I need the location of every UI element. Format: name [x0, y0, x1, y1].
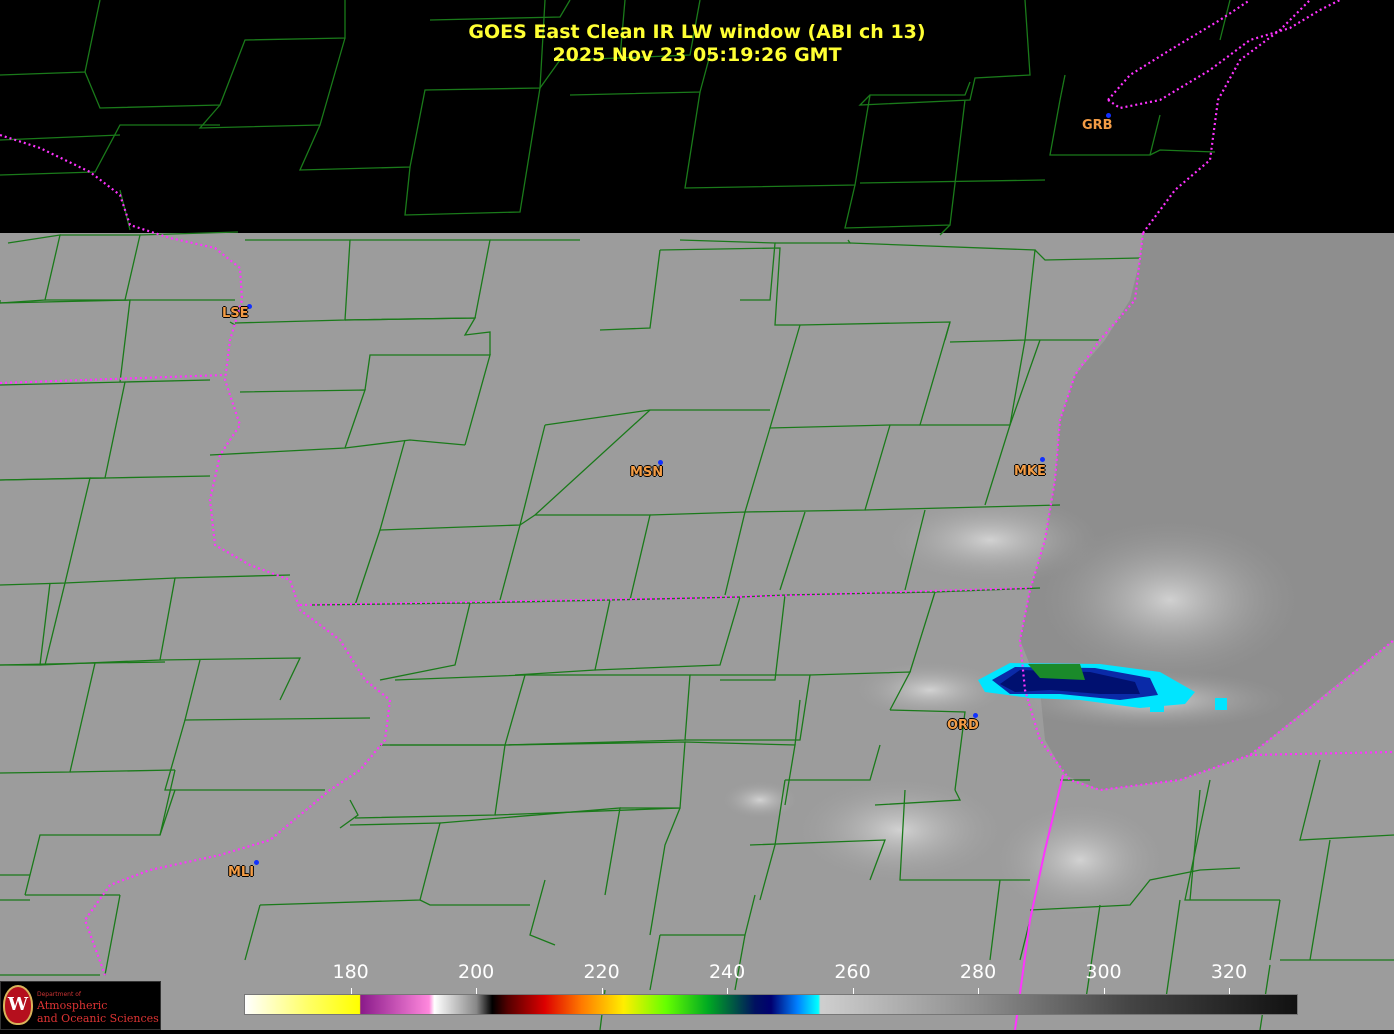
station-dot-mke — [1040, 457, 1045, 462]
station-label-grb: GRB — [1082, 118, 1113, 133]
image-title: GOES East Clean IR LW window (ABI ch 13) — [468, 21, 926, 43]
colorbar-tick-label: 300 — [1085, 961, 1122, 983]
station-dot-mli — [254, 860, 259, 865]
colorbar-tick-label: 320 — [1210, 961, 1248, 983]
colorbar-tick-label: 280 — [959, 961, 997, 983]
colorbar-tick-label: 240 — [708, 961, 746, 983]
uw-madison-seal-icon: W — [3, 985, 33, 1025]
station-label-lse: LSE — [222, 306, 249, 321]
logo-text-line1: Atmospheric — [37, 999, 108, 1012]
station-label-msn: MSN — [630, 465, 664, 480]
colorbar-tick-label: 260 — [834, 961, 871, 983]
image-timestamp: 2025 Nov 23 05:19:26 GMT — [552, 44, 842, 66]
logo-dept-text: Department of — [37, 991, 81, 998]
temperature-colorbar — [244, 994, 1298, 1015]
station-label-mke: MKE — [1014, 464, 1046, 479]
map-canvas — [0, 0, 1394, 1031]
uw-aos-logo: W Department of Atmospheric and Oceanic … — [0, 981, 161, 1030]
colorbar-tick-label: 200 — [457, 961, 495, 983]
satellite-map — [0, 0, 1394, 1031]
colorbar-tick-label: 180 — [332, 961, 369, 983]
colorbar-tick-label: 220 — [583, 961, 620, 983]
station-label-ord: ORD — [947, 718, 979, 733]
cloud-patch — [990, 800, 1170, 920]
station-label-mli: MLI — [228, 865, 255, 880]
logo-text-line2: and Oceanic Sciences — [37, 1012, 159, 1025]
